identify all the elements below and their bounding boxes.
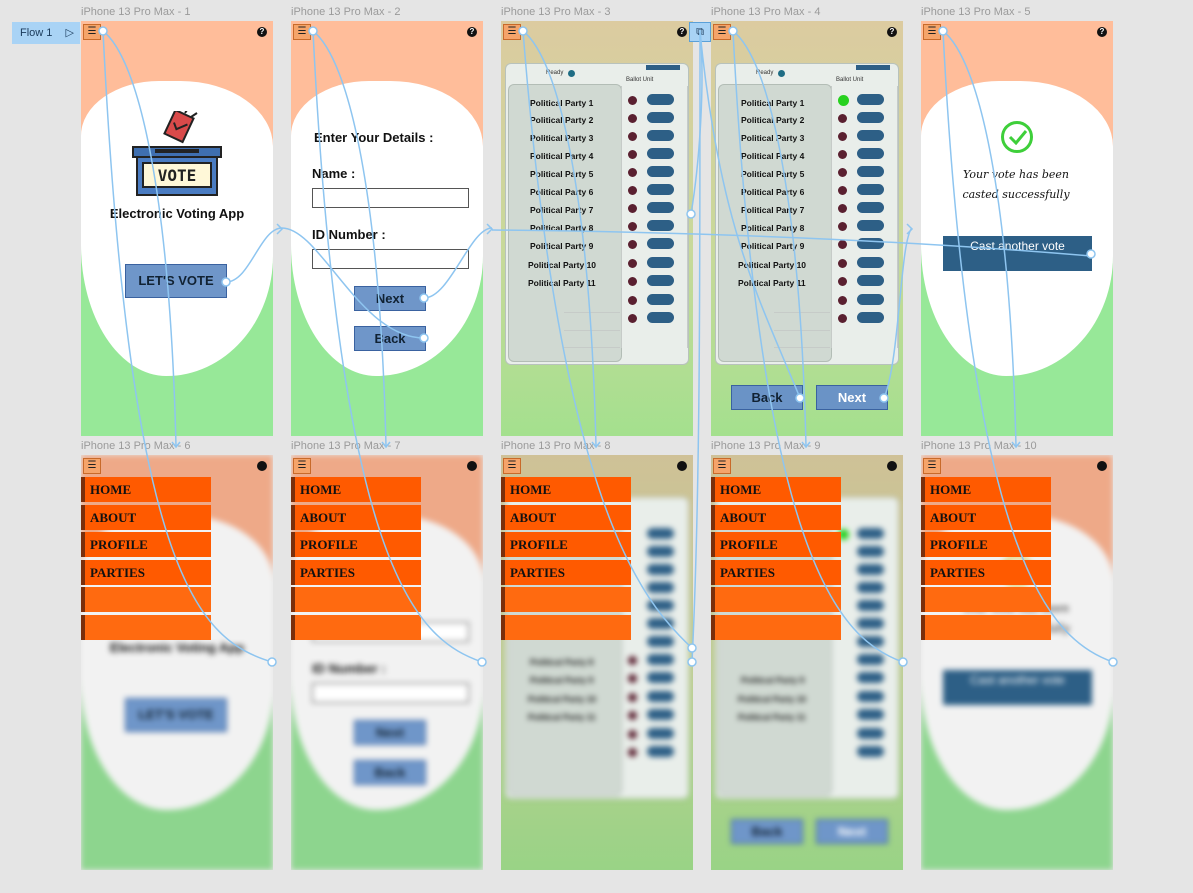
connector-node xyxy=(419,333,429,343)
connector-line xyxy=(522,30,693,649)
connector-node xyxy=(728,26,738,36)
prototype-connectors xyxy=(98,26,1118,667)
connector-line xyxy=(942,30,1017,447)
connector-line xyxy=(883,227,913,399)
connector-line xyxy=(312,30,387,447)
connector-line xyxy=(281,227,425,339)
connector-line xyxy=(102,30,273,663)
connector-node xyxy=(308,26,318,36)
connector-line xyxy=(312,30,483,663)
connector-node xyxy=(419,293,429,303)
connector-node xyxy=(687,643,697,653)
connector-line xyxy=(732,30,904,663)
connector-line xyxy=(423,227,493,299)
connector-arrow xyxy=(906,223,914,235)
connector-node xyxy=(1086,249,1096,259)
connector-line xyxy=(732,30,807,447)
connector-node xyxy=(879,393,889,403)
connector-node xyxy=(795,393,805,403)
connector-line xyxy=(699,31,801,399)
connector-line xyxy=(942,30,1114,663)
connector-node xyxy=(221,277,231,287)
connector-node xyxy=(898,657,908,667)
connector-node xyxy=(687,657,697,667)
connector-node xyxy=(938,26,948,36)
connector-node xyxy=(1108,657,1118,667)
connector-line xyxy=(691,31,701,663)
connector-line xyxy=(522,30,597,447)
connector-node xyxy=(477,657,487,667)
connector-node xyxy=(518,26,528,36)
connector-node xyxy=(98,26,108,36)
connector-line xyxy=(102,30,177,447)
connector-node xyxy=(267,657,277,667)
connector-node xyxy=(686,209,696,219)
connector-line xyxy=(225,227,283,283)
